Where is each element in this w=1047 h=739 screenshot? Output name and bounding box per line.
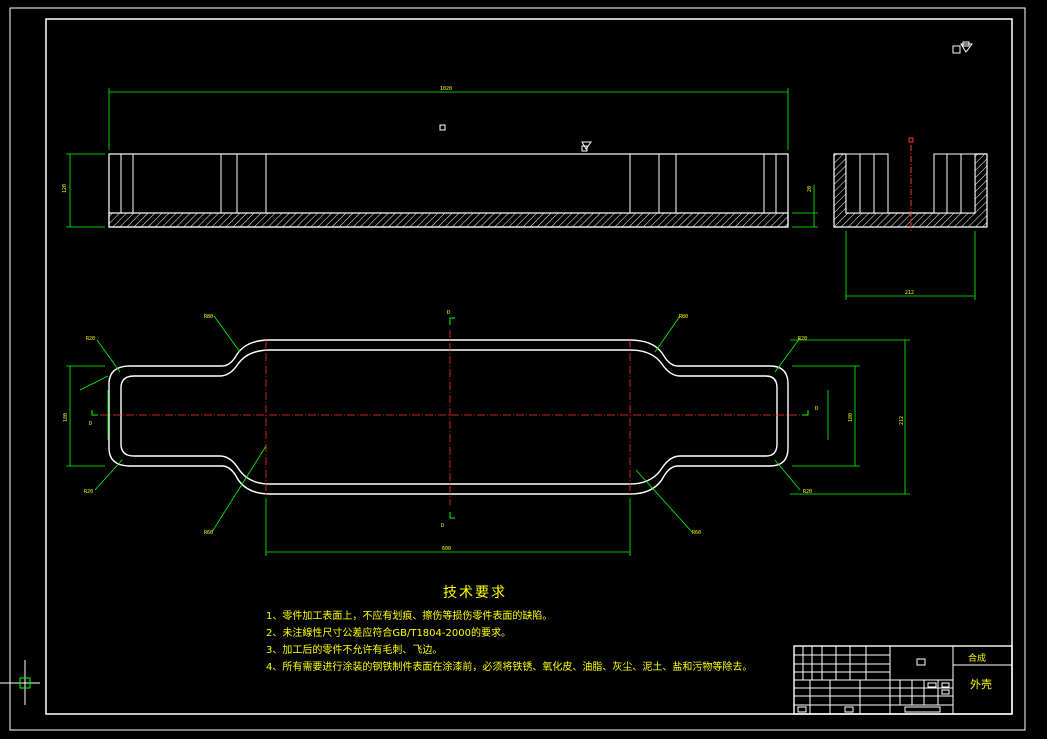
dim-base-right: 20	[807, 186, 813, 192]
radius-left-bottom: R20	[84, 489, 93, 495]
plan-dimensions	[66, 315, 910, 556]
section-mark-left: D	[89, 421, 92, 427]
tech-note: 3、加工后的零件不允许有毛刺、飞边。	[266, 645, 443, 656]
front-view	[108, 124, 789, 228]
title-block-part-name: 外壳	[970, 678, 992, 691]
roughness-symbol	[952, 41, 973, 54]
radius-mid-bottom-left: R60	[204, 530, 213, 536]
front-view-dimensions	[66, 88, 818, 228]
dim-height-left: 120	[62, 184, 68, 193]
plan-centerlines	[100, 330, 800, 505]
radius-mid-top-left: R80	[204, 314, 213, 320]
dim-plan-width-right: 212	[899, 416, 905, 425]
radius-right-top: R20	[798, 336, 807, 342]
dim-side-width: 212	[905, 290, 914, 296]
tech-requirements-title: 技术要求	[443, 585, 507, 601]
section-mark-top: D	[447, 310, 450, 316]
radius-left-top: R20	[86, 336, 95, 342]
side-view	[833, 137, 988, 232]
title-block-material: 合成	[968, 654, 987, 664]
dim-plan-end-left: 180	[63, 413, 69, 422]
tech-note: 4、所有需要进行涂装的钢铁制件表面在涂漆前，必须将铁锈、氧化皮、油脂、灰尘、泥土…	[266, 662, 753, 673]
radius-mid-top-right: R80	[679, 314, 688, 320]
section-mark-right: D	[815, 406, 818, 412]
tech-note: 1、零件加工表面上，不应有划痕、擦伤等损伤零件表面的缺陷。	[266, 611, 553, 622]
plan-view	[108, 339, 789, 495]
dim-plan-end-right: 180	[848, 413, 854, 422]
ucs-icon	[0, 660, 40, 705]
section-mark-bottom: D	[441, 523, 444, 529]
tech-requirements-notes: 1、零件加工表面上，不应有划痕、擦伤等损伤零件表面的缺陷。 2、未注線性尺寸公差…	[266, 608, 752, 676]
radius-right-bottom: R20	[803, 489, 812, 495]
dim-plan-center-length: 600	[442, 546, 451, 552]
radius-mid-bottom-right: R60	[692, 530, 701, 536]
dim-top-length: 1020	[440, 86, 452, 92]
tech-note: 2、未注線性尺寸公差应符合GB/T1804-2000的要求。	[266, 628, 511, 639]
